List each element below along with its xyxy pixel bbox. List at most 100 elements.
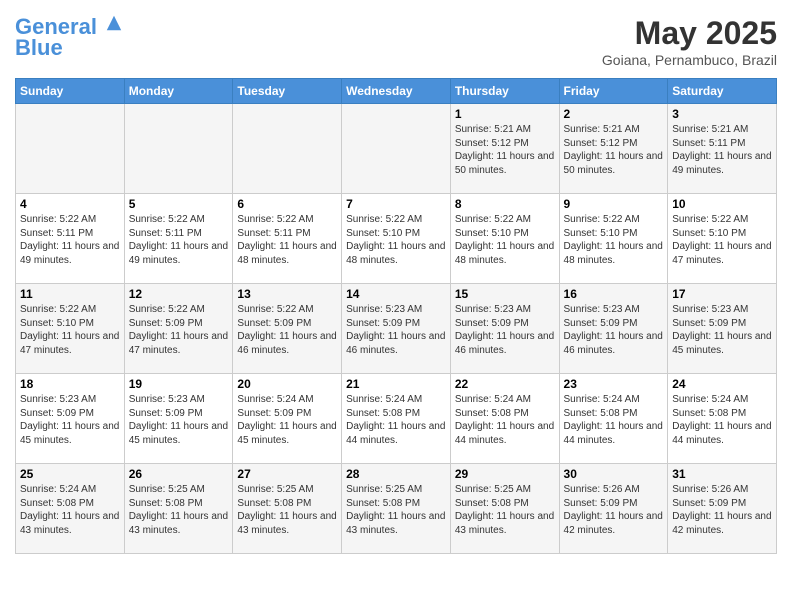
column-header-monday: Monday xyxy=(124,79,233,104)
day-number: 13 xyxy=(237,287,337,301)
calendar-cell: 28Sunrise: 5:25 AM Sunset: 5:08 PM Dayli… xyxy=(342,464,451,554)
page-header: General Blue May 2025 Goiana, Pernambuco… xyxy=(15,15,777,68)
day-info: Sunrise: 5:26 AM Sunset: 5:09 PM Dayligh… xyxy=(564,483,664,537)
day-number: 22 xyxy=(455,377,555,391)
day-info: Sunrise: 5:21 AM Sunset: 5:11 PM Dayligh… xyxy=(672,123,772,177)
calendar-cell: 31 Sunrise: 5:26 AM Sunset: 5:09 PM Dayli… xyxy=(668,464,777,554)
day-info: Sunrise: 5:23 AM Sunset: 5:09 PM Dayligh… xyxy=(672,303,772,357)
calendar-cell: 5 Sunrise: 5:22 AM Sunset: 5:11 PM Daylig… xyxy=(124,194,233,284)
logo: General Blue xyxy=(15,15,123,61)
day-info: Sunrise: 5:25 AM Sunset: 5:08 PM Dayligh… xyxy=(237,483,337,537)
calendar-week-2: 4 Sunrise: 5:22 AM Sunset: 5:11 PM Daylig… xyxy=(16,194,777,284)
calendar-body: 1 Sunrise: 5:21 AM Sunset: 5:12 PM Daylig… xyxy=(16,104,777,554)
calendar-week-1: 1 Sunrise: 5:21 AM Sunset: 5:12 PM Daylig… xyxy=(16,104,777,194)
calendar-cell: 12Sunrise: 5:22 AM Sunset: 5:09 PM Dayli… xyxy=(124,284,233,374)
calendar-cell: 14 Sunrise: 5:23 AM Sunset: 5:09 PM Dayli… xyxy=(342,284,451,374)
column-header-friday: Friday xyxy=(559,79,668,104)
calendar-cell xyxy=(342,104,451,194)
calendar-cell: 26 Sunrise: 5:25 AM Sunset: 5:08 PM Dayli… xyxy=(124,464,233,554)
calendar-cell: 27 Sunrise: 5:25 AM Sunset: 5:08 PM Dayli… xyxy=(233,464,342,554)
day-number: 3 xyxy=(672,107,772,121)
day-number: 6 xyxy=(237,197,337,211)
calendar-week-4: 18 Sunrise: 5:23 AM Sunset: 5:09 PM Dayli… xyxy=(16,374,777,464)
calendar-cell xyxy=(124,104,233,194)
day-info: Sunrise: 5:22 AM Sunset: 5:11 PM Dayligh… xyxy=(129,213,229,267)
day-number: 26 xyxy=(129,467,229,481)
day-info: Sunrise: 5:22 AM Sunset: 5:10 PM Dayligh… xyxy=(346,213,446,267)
day-info: Sunrise: 5:25 AM Sunset: 5:08 PM Dayligh… xyxy=(346,483,446,537)
day-number: 14 xyxy=(346,287,446,301)
month-title: May 2025 xyxy=(602,15,777,52)
title-area: May 2025 Goiana, Pernambuco, Brazil xyxy=(602,15,777,68)
day-number: 11 xyxy=(20,287,120,301)
column-header-sunday: Sunday xyxy=(16,79,125,104)
day-info: Sunrise: 5:24 AM Sunset: 5:09 PM Dayligh… xyxy=(237,393,337,447)
day-number: 9 xyxy=(564,197,664,211)
day-number: 25 xyxy=(20,467,120,481)
day-number: 18 xyxy=(20,377,120,391)
day-info: Sunrise: 5:23 AM Sunset: 5:09 PM Dayligh… xyxy=(20,393,120,447)
day-info: Sunrise: 5:22 AM Sunset: 5:10 PM Dayligh… xyxy=(20,303,120,357)
day-number: 29 xyxy=(455,467,555,481)
day-info: Sunrise: 5:23 AM Sunset: 5:09 PM Dayligh… xyxy=(564,303,664,357)
day-info: Sunrise: 5:22 AM Sunset: 5:11 PM Dayligh… xyxy=(20,213,120,267)
calendar-cell: 23Sunrise: 5:24 AM Sunset: 5:08 PM Dayli… xyxy=(559,374,668,464)
calendar-cell: 25 Sunrise: 5:24 AM Sunset: 5:08 PM Dayli… xyxy=(16,464,125,554)
calendar-cell xyxy=(233,104,342,194)
day-number: 4 xyxy=(20,197,120,211)
calendar-cell: 1Sunrise: 5:21 AM Sunset: 5:12 PM Daylig… xyxy=(450,104,559,194)
day-info: Sunrise: 5:22 AM Sunset: 5:11 PM Dayligh… xyxy=(237,213,337,267)
day-info: Sunrise: 5:26 AM Sunset: 5:09 PM Dayligh… xyxy=(672,483,772,537)
day-number: 8 xyxy=(455,197,555,211)
day-info: Sunrise: 5:25 AM Sunset: 5:08 PM Dayligh… xyxy=(129,483,229,537)
day-info: Sunrise: 5:22 AM Sunset: 5:09 PM Dayligh… xyxy=(129,303,229,357)
calendar-cell xyxy=(16,104,125,194)
calendar-table: SundayMondayTuesdayWednesdayThursdayFrid… xyxy=(15,78,777,554)
calendar-cell: 3 Sunrise: 5:21 AM Sunset: 5:11 PM Daylig… xyxy=(668,104,777,194)
day-info: Sunrise: 5:24 AM Sunset: 5:08 PM Dayligh… xyxy=(346,393,446,447)
day-info: Sunrise: 5:22 AM Sunset: 5:10 PM Dayligh… xyxy=(672,213,772,267)
day-info: Sunrise: 5:24 AM Sunset: 5:08 PM Dayligh… xyxy=(564,393,664,447)
day-info: Sunrise: 5:23 AM Sunset: 5:09 PM Dayligh… xyxy=(129,393,229,447)
day-info: Sunrise: 5:22 AM Sunset: 5:09 PM Dayligh… xyxy=(237,303,337,357)
day-number: 5 xyxy=(129,197,229,211)
day-number: 17 xyxy=(672,287,772,301)
calendar-cell: 13 Sunrise: 5:22 AM Sunset: 5:09 PM Dayli… xyxy=(233,284,342,374)
calendar-cell: 22 Sunrise: 5:24 AM Sunset: 5:08 PM Dayli… xyxy=(450,374,559,464)
day-number: 24 xyxy=(672,377,772,391)
day-number: 2 xyxy=(564,107,664,121)
column-header-wednesday: Wednesday xyxy=(342,79,451,104)
day-number: 21 xyxy=(346,377,446,391)
day-info: Sunrise: 5:24 AM Sunset: 5:08 PM Dayligh… xyxy=(455,393,555,447)
day-number: 16 xyxy=(564,287,664,301)
day-number: 27 xyxy=(237,467,337,481)
column-header-thursday: Thursday xyxy=(450,79,559,104)
day-number: 7 xyxy=(346,197,446,211)
calendar-cell: 4 Sunrise: 5:22 AM Sunset: 5:11 PM Daylig… xyxy=(16,194,125,284)
day-info: Sunrise: 5:25 AM Sunset: 5:08 PM Dayligh… xyxy=(455,483,555,537)
calendar-cell: 30Sunrise: 5:26 AM Sunset: 5:09 PM Dayli… xyxy=(559,464,668,554)
calendar-week-3: 11 Sunrise: 5:22 AM Sunset: 5:10 PM Dayli… xyxy=(16,284,777,374)
calendar-cell: 16 Sunrise: 5:23 AM Sunset: 5:09 PM Dayli… xyxy=(559,284,668,374)
calendar-cell: 8 Sunrise: 5:22 AM Sunset: 5:10 PM Daylig… xyxy=(450,194,559,284)
calendar-cell: 15Sunrise: 5:23 AM Sunset: 5:09 PM Dayli… xyxy=(450,284,559,374)
day-info: Sunrise: 5:24 AM Sunset: 5:08 PM Dayligh… xyxy=(20,483,120,537)
calendar-cell: 2 Sunrise: 5:21 AM Sunset: 5:12 PM Daylig… xyxy=(559,104,668,194)
day-number: 1 xyxy=(455,107,555,121)
calendar-header-row: SundayMondayTuesdayWednesdayThursdayFrid… xyxy=(16,79,777,104)
calendar-cell: 19Sunrise: 5:23 AM Sunset: 5:09 PM Dayli… xyxy=(124,374,233,464)
day-info: Sunrise: 5:22 AM Sunset: 5:10 PM Dayligh… xyxy=(564,213,664,267)
calendar-cell: 29 Sunrise: 5:25 AM Sunset: 5:08 PM Dayli… xyxy=(450,464,559,554)
day-number: 15 xyxy=(455,287,555,301)
calendar-cell: 9 Sunrise: 5:22 AM Sunset: 5:10 PM Daylig… xyxy=(559,194,668,284)
day-info: Sunrise: 5:23 AM Sunset: 5:09 PM Dayligh… xyxy=(346,303,446,357)
calendar-cell: 7 Sunrise: 5:22 AM Sunset: 5:10 PM Daylig… xyxy=(342,194,451,284)
day-number: 31 xyxy=(672,467,772,481)
location: Goiana, Pernambuco, Brazil xyxy=(602,52,777,68)
day-number: 20 xyxy=(237,377,337,391)
calendar-cell: 21 Sunrise: 5:24 AM Sunset: 5:08 PM Dayli… xyxy=(342,374,451,464)
day-info: Sunrise: 5:21 AM Sunset: 5:12 PM Dayligh… xyxy=(564,123,664,177)
column-header-saturday: Saturday xyxy=(668,79,777,104)
calendar-cell: 17 Sunrise: 5:23 AM Sunset: 5:09 PM Dayli… xyxy=(668,284,777,374)
day-info: Sunrise: 5:22 AM Sunset: 5:10 PM Dayligh… xyxy=(455,213,555,267)
